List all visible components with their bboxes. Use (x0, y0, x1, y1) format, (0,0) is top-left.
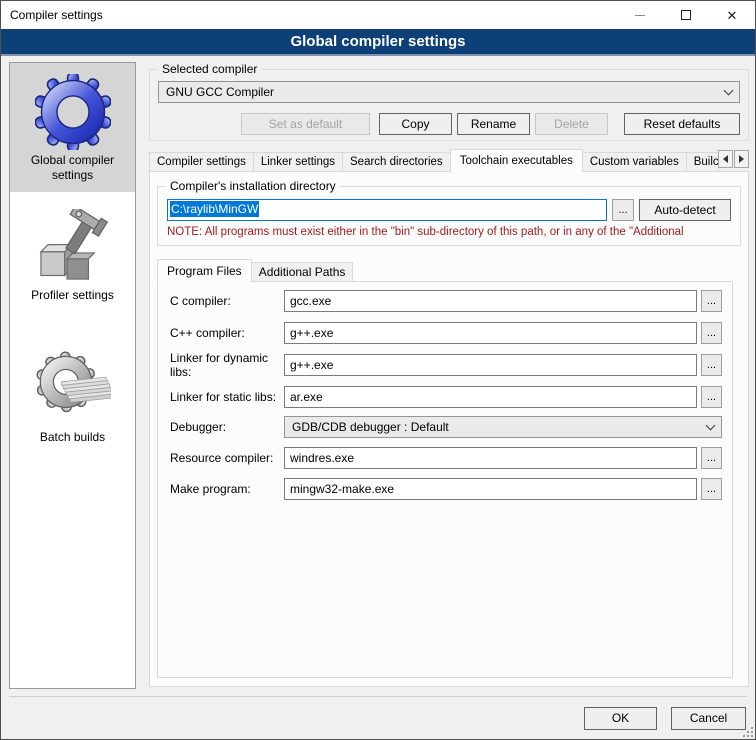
tab-search-directories[interactable]: Search directories (342, 152, 451, 172)
field-row: C++ compiler: g++.exe ... (170, 322, 722, 344)
field-value: ar.exe (290, 390, 323, 404)
caliper-icon (12, 206, 133, 288)
browse-button[interactable]: ... (701, 322, 722, 344)
compiler-settings-dialog: Compiler settings ✕ Global compiler sett… (0, 0, 756, 740)
titlebar: Compiler settings ✕ (1, 1, 755, 29)
program-files-tabbar: Program Files Additional Paths (157, 259, 352, 282)
installation-directory-input[interactable]: C:\raylib\MinGW (167, 199, 607, 221)
close-button[interactable]: ✕ (709, 1, 755, 29)
sidebar-item-profiler-settings[interactable]: Profiler settings (10, 198, 135, 312)
chevron-down-icon (706, 420, 716, 430)
browse-button[interactable]: ... (701, 447, 722, 469)
sidebar-item-label: Global compiler settings (12, 153, 133, 183)
sidebar-item-batch-builds[interactable]: Batch builds (10, 340, 135, 454)
page-title: Global compiler settings (1, 29, 755, 56)
tab-scroll-left-button[interactable] (718, 150, 733, 168)
maximize-button[interactable] (663, 1, 709, 29)
toolchain-executables-page: Compiler's installation directory C:\ray… (149, 171, 749, 687)
field-row: Resource compiler: windres.exe ... (170, 447, 722, 469)
debugger-select[interactable]: GDB/CDB debugger : Default (284, 416, 722, 438)
cpp-compiler-input[interactable]: g++.exe (284, 322, 697, 344)
field-label: Make program: (170, 482, 284, 496)
gray-gear-stack-icon (12, 348, 133, 430)
static-linker-input[interactable]: ar.exe (284, 386, 697, 408)
tab-custom-variables[interactable]: Custom variables (582, 152, 687, 172)
tab-toolchain-executables[interactable]: Toolchain executables (450, 149, 583, 173)
settings-tabbar: Compiler settings Linker settings Search… (149, 149, 749, 172)
field-label: Linker for static libs: (170, 390, 284, 404)
field-value: mingw32-make.exe (290, 482, 394, 496)
resize-grip[interactable] (742, 726, 753, 737)
field-label: Linker for dynamic libs: (170, 351, 284, 379)
tab-linker-settings[interactable]: Linker settings (253, 152, 343, 172)
tab-scroll-right-button[interactable] (734, 150, 749, 168)
field-value: g++.exe (290, 326, 333, 340)
window-title: Compiler settings (10, 8, 103, 22)
field-row: Linker for static libs: ar.exe ... (170, 386, 722, 408)
field-row: Debugger: GDB/CDB debugger : Default (170, 416, 722, 438)
set-as-default-button[interactable]: Set as default (241, 113, 370, 135)
bin-subdirectory-note: NOTE: All programs must exist either in … (167, 226, 739, 238)
c-compiler-input[interactable]: gcc.exe (284, 290, 697, 312)
delete-button[interactable]: Delete (535, 113, 608, 135)
compiler-select-value: GNU GCC Compiler (166, 85, 274, 99)
field-value: g++.exe (290, 358, 333, 372)
selected-compiler-group: Selected compiler GNU GCC Compiler Set a… (149, 69, 749, 141)
field-row: C compiler: gcc.exe ... (170, 290, 722, 312)
browse-button[interactable]: ... (701, 386, 722, 408)
tab-additional-paths[interactable]: Additional Paths (251, 262, 354, 282)
tab-build-options-clipped[interactable]: Builc (686, 152, 719, 172)
reset-defaults-button[interactable]: Reset defaults (624, 113, 740, 135)
tab-compiler-settings[interactable]: Compiler settings (149, 152, 254, 172)
footer-divider (9, 696, 747, 697)
ok-button[interactable]: OK (584, 707, 657, 730)
sidebar-item-label: Profiler settings (12, 288, 133, 303)
browse-button[interactable]: ... (701, 478, 722, 500)
blue-gear-icon (12, 71, 133, 153)
debugger-select-value: GDB/CDB debugger : Default (292, 420, 449, 434)
field-label: Resource compiler: (170, 451, 284, 465)
selected-text: C:\raylib\MinGW (170, 201, 259, 217)
field-row: Linker for dynamic libs: g++.exe ... (170, 354, 722, 376)
field-row: Make program: mingw32-make.exe ... (170, 478, 722, 500)
close-icon: ✕ (727, 9, 738, 22)
arrow-left-icon (723, 155, 728, 163)
maximize-icon (681, 10, 691, 20)
group-title: Compiler's installation directory (166, 179, 340, 193)
make-program-input[interactable]: mingw32-make.exe (284, 478, 697, 500)
dialog-buttons: OK Cancel (584, 707, 746, 730)
field-value: gcc.exe (290, 294, 331, 308)
field-label: C++ compiler: (170, 326, 284, 340)
field-label: C compiler: (170, 294, 284, 308)
chevron-down-icon (724, 85, 734, 95)
program-files-panel: C compiler: gcc.exe ... C++ compiler: g+… (157, 281, 733, 678)
compiler-select[interactable]: GNU GCC Compiler (158, 81, 740, 103)
tab-scroll-arrows (718, 150, 749, 168)
compiler-actions: Set as default Copy Rename Delete Reset … (158, 113, 740, 135)
browse-directory-button[interactable]: ... (612, 199, 634, 221)
field-value: windres.exe (290, 451, 354, 465)
copy-button[interactable]: Copy (379, 113, 452, 135)
cancel-button[interactable]: Cancel (671, 707, 746, 730)
tab-program-files[interactable]: Program Files (157, 259, 252, 283)
resource-compiler-input[interactable]: windres.exe (284, 447, 697, 469)
group-title: Selected compiler (158, 62, 261, 76)
window-controls: ✕ (617, 1, 755, 29)
browse-button[interactable]: ... (701, 290, 722, 312)
settings-category-list: Global compiler settings (9, 62, 136, 689)
auto-detect-button[interactable]: Auto-detect (639, 199, 731, 221)
dynamic-linker-input[interactable]: g++.exe (284, 354, 697, 376)
sidebar-item-label: Batch builds (12, 430, 133, 445)
field-label: Debugger: (170, 420, 284, 434)
minimize-icon (635, 15, 645, 16)
rename-button[interactable]: Rename (457, 113, 530, 135)
sidebar-item-global-compiler-settings[interactable]: Global compiler settings (10, 63, 135, 192)
minimize-button[interactable] (617, 1, 663, 29)
installation-directory-group: Compiler's installation directory C:\ray… (157, 186, 741, 246)
browse-button[interactable]: ... (701, 354, 722, 376)
arrow-right-icon (739, 155, 744, 163)
